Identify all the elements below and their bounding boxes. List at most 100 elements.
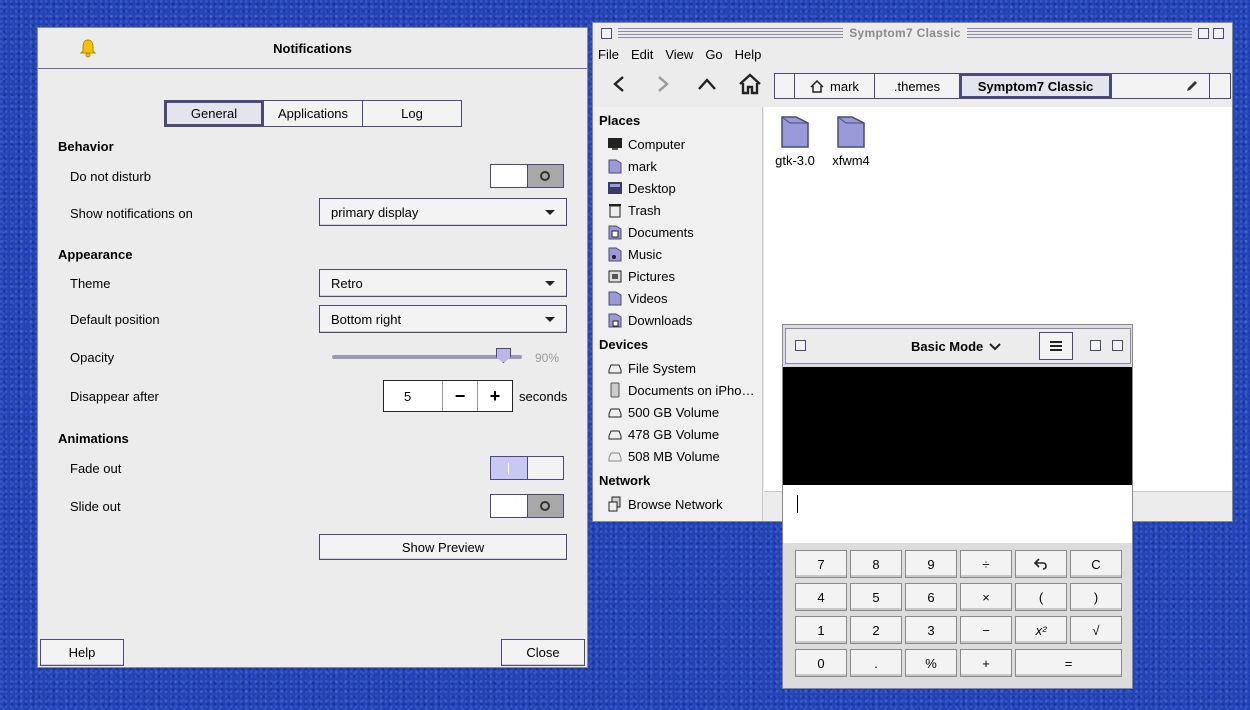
key-0[interactable]: 0 (795, 649, 847, 677)
key-percent[interactable]: % (905, 649, 957, 677)
drive-icon (608, 452, 622, 462)
key-multiply[interactable]: × (960, 583, 1012, 611)
key-8[interactable]: 8 (850, 550, 902, 578)
key-2[interactable]: 2 (850, 616, 902, 644)
menu-view[interactable]: View (665, 47, 693, 62)
key-close-paren[interactable]: ) (1070, 583, 1122, 611)
window-maximize-icon[interactable] (1112, 340, 1123, 351)
key-undo[interactable] (1015, 550, 1067, 578)
tab-log[interactable]: Log (363, 101, 461, 126)
sidebar-item-videos[interactable]: Videos (607, 290, 668, 306)
window-minimize-icon[interactable] (1090, 340, 1101, 351)
window-close-icon[interactable] (795, 340, 806, 351)
menu-file[interactable]: File (598, 47, 619, 62)
fade-toggle[interactable] (490, 456, 564, 480)
up-icon[interactable] (693, 71, 721, 97)
slide-toggle[interactable] (490, 494, 564, 518)
key-sqrt[interactable]: √ (1070, 616, 1122, 644)
menu-help[interactable]: Help (735, 47, 762, 62)
show-on-value: primary display (331, 204, 419, 220)
key-subtract[interactable]: − (960, 616, 1012, 644)
tab-applications[interactable]: Applications (264, 101, 363, 126)
expression-input[interactable] (783, 485, 1132, 543)
sidebar-item-trash[interactable]: Trash (607, 202, 661, 218)
menu-button[interactable] (1039, 332, 1073, 360)
window-close-icon[interactable] (601, 27, 612, 39)
disappear-stepper: 5 − + (383, 380, 513, 412)
tab-general[interactable]: General (165, 101, 264, 126)
result-display (783, 367, 1132, 485)
breadcrumb-symptom7-classic[interactable]: Symptom7 Classic (960, 74, 1112, 98)
key-divide[interactable]: ÷ (960, 550, 1012, 578)
file-item-gtk3[interactable]: gtk-3.0 (770, 113, 820, 168)
places-heading: Places (599, 113, 641, 128)
file-item-xfwm4[interactable]: xfwm4 (826, 113, 876, 168)
notifications-title: Notifications (273, 40, 352, 56)
network-icon (608, 496, 621, 512)
theme-combo[interactable]: Retro (319, 269, 567, 297)
sidebar-item-downloads[interactable]: Downloads (607, 312, 692, 328)
sidebar: Places Computer mark Desktop Trash Docum… (593, 107, 763, 521)
sidebar-item-documents[interactable]: Documents (607, 224, 694, 240)
sidebar-item-iphone[interactable]: Documents on iPho… (607, 382, 754, 398)
edit-location-button[interactable] (1112, 74, 1210, 98)
opacity-slider[interactable] (332, 355, 522, 359)
key-clear[interactable]: C (1070, 550, 1122, 578)
key-1[interactable]: 1 (795, 616, 847, 644)
sidebar-item-file-system[interactable]: File System (607, 360, 696, 376)
decrement-button[interactable]: − (442, 381, 477, 411)
sidebar-item-478gb[interactable]: 478 GB Volume (607, 426, 719, 442)
sidebar-item-browse-network[interactable]: Browse Network (607, 496, 723, 512)
breadcrumb-themes[interactable]: .themes (875, 74, 960, 98)
menu-go[interactable]: Go (705, 47, 722, 62)
theme-value: Retro (331, 275, 363, 291)
key-5[interactable]: 5 (850, 583, 902, 611)
key-open-paren[interactable]: ( (1015, 583, 1067, 611)
key-decimal[interactable]: . (850, 649, 902, 677)
sidebar-item-500gb[interactable]: 500 GB Volume (607, 404, 719, 420)
toggle-off-icon (540, 171, 551, 181)
key-7[interactable]: 7 (795, 550, 847, 578)
text-caret (797, 495, 798, 513)
drive-icon (608, 430, 622, 440)
sidebar-item-music[interactable]: Music (607, 246, 662, 262)
window-minimize-icon[interactable] (1198, 27, 1210, 39)
sidebar-item-508mb[interactable]: 508 MB Volume (607, 448, 720, 464)
mode-selector[interactable]: Basic Mode (911, 339, 1001, 354)
key-equals[interactable]: = (1015, 649, 1122, 677)
key-9[interactable]: 9 (905, 550, 957, 578)
computer-icon (608, 138, 622, 150)
help-button[interactable]: Help (40, 639, 124, 666)
menu-edit[interactable]: Edit (631, 47, 653, 62)
calculator-header[interactable]: Basic Mode (785, 328, 1131, 364)
show-preview-button[interactable]: Show Preview (319, 534, 567, 560)
key-4[interactable]: 4 (795, 583, 847, 611)
devices-heading: Devices (599, 337, 649, 352)
folder-icon (837, 116, 865, 148)
close-button[interactable]: Close (501, 639, 585, 666)
sidebar-item-desktop[interactable]: Desktop (607, 180, 676, 196)
folder-icon (781, 116, 809, 148)
window-maximize-icon[interactable] (1213, 27, 1225, 39)
position-combo[interactable]: Bottom right (319, 305, 567, 333)
key-3[interactable]: 3 (905, 616, 957, 644)
increment-button[interactable]: + (477, 381, 512, 411)
key-add[interactable]: + (960, 649, 1012, 677)
show-on-combo[interactable]: primary display (319, 198, 567, 226)
notifications-titlebar[interactable]: Notifications (38, 28, 587, 69)
file-manager-titlebar[interactable]: Symptom7 Classic (593, 23, 1232, 43)
dnd-toggle[interactable] (490, 164, 564, 188)
bell-icon (79, 39, 97, 58)
forward-icon[interactable] (649, 71, 677, 97)
back-icon[interactable] (605, 71, 633, 97)
disappear-input[interactable]: 5 (384, 381, 442, 411)
breadcrumb-mark[interactable]: mark (795, 74, 875, 98)
sidebar-item-mark[interactable]: mark (607, 158, 657, 174)
key-6[interactable]: 6 (905, 583, 957, 611)
key-square[interactable]: x² (1015, 616, 1067, 644)
sidebar-item-pictures[interactable]: Pictures (607, 268, 675, 284)
network-heading: Network (599, 473, 651, 488)
sidebar-item-computer[interactable]: Computer (607, 136, 685, 152)
home-icon[interactable] (736, 71, 764, 97)
opacity-slider-handle[interactable] (496, 348, 511, 363)
